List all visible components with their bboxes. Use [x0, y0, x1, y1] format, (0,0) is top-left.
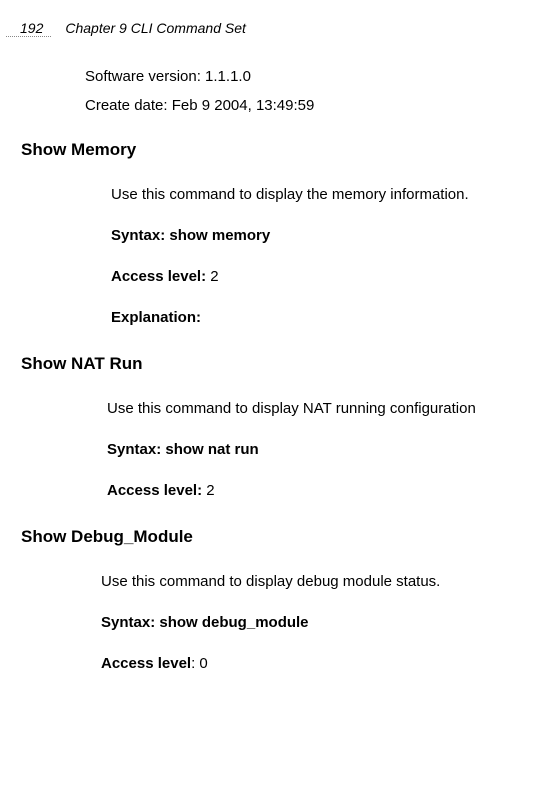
show-memory-description: Use this command to display the memory i… — [111, 186, 528, 203]
page-number: 192 — [20, 20, 43, 36]
section-heading-show-nat-run: Show NAT Run — [21, 354, 528, 374]
chapter-title: Chapter 9 CLI Command Set — [65, 20, 246, 36]
show-memory-syntax: Syntax: show memory — [111, 227, 528, 244]
intro-block: Software version: 1.1.1.0 Create date: F… — [85, 68, 528, 114]
show-memory-access-level: Access level: 2 — [111, 268, 528, 285]
section-body-show-debug-module: Use this command to display debug module… — [101, 573, 528, 672]
show-memory-explanation-label: Explanation: — [111, 309, 528, 326]
section-body-show-memory: Use this command to display the memory i… — [111, 186, 528, 326]
show-nat-run-description: Use this command to display NAT running … — [107, 400, 528, 417]
access-level-label: Access level: — [111, 268, 210, 285]
show-debug-module-access-level: Access level: 0 — [101, 655, 528, 672]
show-nat-run-access-level: Access level: 2 — [107, 482, 528, 499]
section-heading-show-debug-module: Show Debug_Module — [21, 527, 528, 547]
section-body-show-nat-run: Use this command to display NAT running … — [107, 400, 528, 499]
header-decoration — [6, 36, 51, 39]
access-level-value: : 0 — [191, 655, 208, 672]
section-heading-show-memory: Show Memory — [21, 140, 528, 160]
access-level-value: 2 — [206, 482, 214, 499]
access-level-value: 2 — [210, 268, 218, 285]
show-nat-run-syntax: Syntax: show nat run — [107, 441, 528, 458]
show-debug-module-syntax: Syntax: show debug_module — [101, 614, 528, 631]
software-version-line: Software version: 1.1.1.0 — [85, 68, 528, 85]
create-date-line: Create date: Feb 9 2004, 13:49:59 — [85, 97, 528, 114]
show-debug-module-description: Use this command to display debug module… — [101, 573, 528, 590]
access-level-label: Access level: — [107, 482, 206, 499]
page-header: 192 Chapter 9 CLI Command Set — [20, 20, 528, 36]
access-level-label: Access level — [101, 655, 191, 672]
